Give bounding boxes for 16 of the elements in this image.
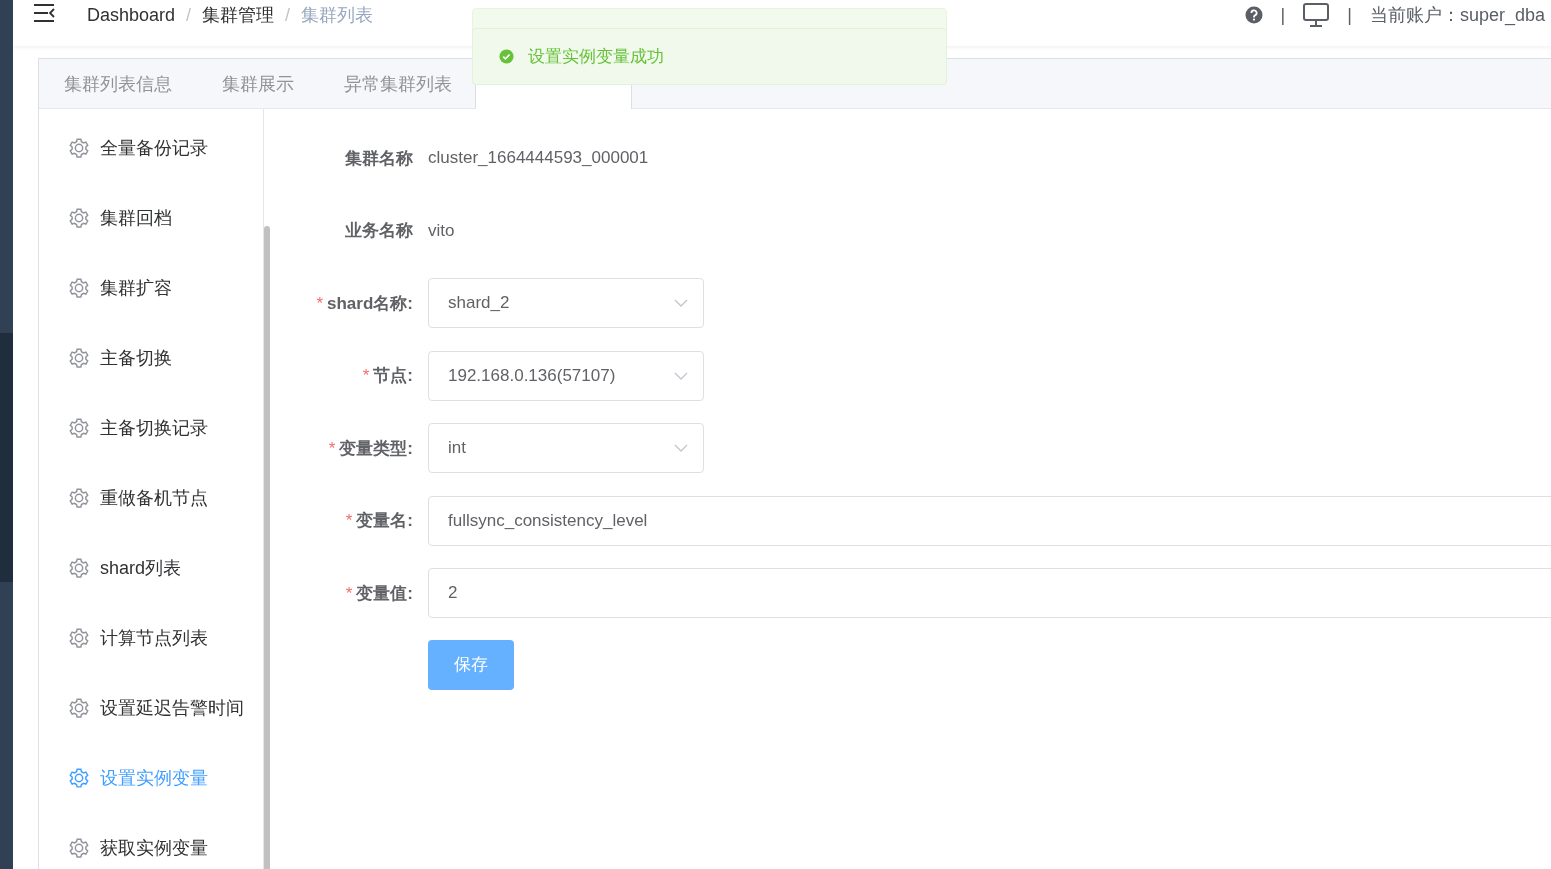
breadcrumb-item: 集群列表 <box>301 4 374 27</box>
field-label: 业务名称 <box>344 220 414 242</box>
account-label: 当前账户：super_dba <box>1369 4 1545 27</box>
field-label: 集群名称 <box>344 147 414 170</box>
divider-mark: | <box>1280 4 1286 26</box>
field-label: * 变量类型: <box>327 437 414 460</box>
field-label: * 变量名: <box>344 510 414 532</box>
breadcrumb-separator: / <box>285 4 291 26</box>
toast-message: 设置实例变量成功 <box>528 46 664 68</box>
field-label: * 变量值: <box>344 582 414 605</box>
field-value: vito <box>428 220 455 241</box>
field-value: cluster_1664444593_000001 <box>428 148 649 168</box>
field-label: * 节点: <box>361 365 414 387</box>
breadcrumb-separator: / <box>186 4 192 26</box>
divider-mark: | <box>1347 4 1352 26</box>
field-label: * shard名称: <box>315 292 414 315</box>
